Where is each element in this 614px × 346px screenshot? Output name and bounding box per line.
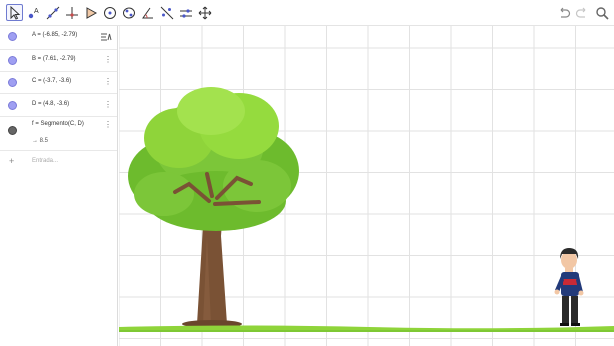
input-field[interactable]: Entrada... — [32, 158, 58, 164]
list-item[interactable]: C = (-3.7, -3.6) ⋮ — [0, 72, 117, 94]
conic-tool-icon[interactable] — [120, 4, 137, 21]
visibility-toggle-icon[interactable] — [8, 78, 17, 87]
svg-text:A: A — [34, 8, 39, 15]
input-row[interactable]: + Entrada... — [0, 151, 117, 173]
search-icon[interactable] — [594, 5, 610, 21]
more-options-icon[interactable]: ⋮ — [104, 78, 112, 86]
graphics-canvas[interactable] — [119, 26, 614, 346]
tree-image — [128, 87, 299, 328]
move-view-tool-icon[interactable] — [196, 4, 213, 21]
object-definition[interactable]: D = (4.8, -3.6) — [32, 101, 69, 107]
graphics-view[interactable] — [119, 26, 614, 346]
toolbar: A — [0, 0, 614, 26]
more-options-icon[interactable]: ⋮ — [104, 101, 112, 109]
algebra-view: A = (-6.85, -2.79) B = (7.61, -2.79) ⋮ C… — [0, 26, 118, 346]
more-options-icon[interactable]: ⋮ — [104, 121, 112, 129]
reflect-tool-icon[interactable] — [158, 4, 175, 21]
ground-line — [119, 325, 614, 332]
list-item[interactable]: D = (4.8, -3.6) ⋮ — [0, 94, 117, 117]
point-tool-icon[interactable]: A — [25, 4, 42, 21]
person-figure — [554, 248, 584, 326]
list-item[interactable]: f = Segmento(C, D) → 8.5 ⋮ — [0, 117, 117, 151]
algebra-menu-icon[interactable] — [100, 30, 112, 48]
more-options-icon[interactable]: ⋮ — [104, 56, 112, 64]
object-definition[interactable]: B = (7.61, -2.79) — [32, 56, 76, 62]
visibility-toggle-icon[interactable] — [8, 56, 17, 65]
polygon-tool-icon[interactable] — [82, 4, 99, 21]
angle-tool-icon[interactable] — [139, 4, 156, 21]
visibility-toggle-icon[interactable] — [8, 126, 17, 135]
object-definition[interactable]: f = Segmento(C, D) — [32, 121, 84, 127]
perpendicular-tool-icon[interactable] — [63, 4, 80, 21]
undo-icon[interactable] — [556, 5, 572, 21]
line-tool-icon[interactable] — [44, 4, 61, 21]
slider-tool-icon[interactable] — [177, 4, 194, 21]
visibility-toggle-icon[interactable] — [8, 32, 17, 41]
list-item[interactable]: B = (7.61, -2.79) ⋮ — [0, 50, 117, 72]
move-tool-icon[interactable] — [6, 4, 23, 21]
object-definition[interactable]: C = (-3.7, -3.6) — [32, 78, 71, 84]
circle-tool-icon[interactable] — [101, 4, 118, 21]
object-definition[interactable]: A = (-6.85, -2.79) — [32, 32, 77, 38]
visibility-toggle-icon[interactable] — [8, 101, 17, 110]
list-item[interactable]: A = (-6.85, -2.79) — [0, 26, 117, 50]
redo-icon[interactable] — [574, 5, 590, 21]
add-icon[interactable]: + — [9, 156, 14, 166]
object-value: → 8.5 — [32, 138, 49, 144]
